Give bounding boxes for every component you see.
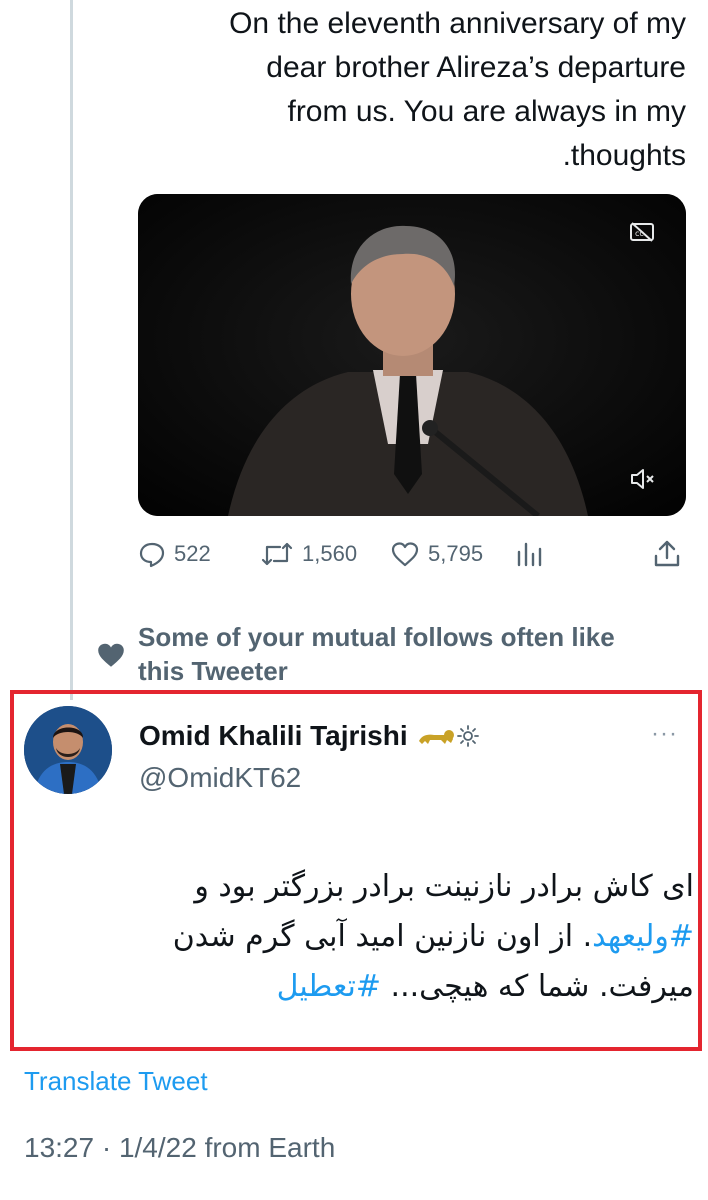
mute-icon[interactable] [630, 468, 656, 490]
tweet-text-line: #ولیعهد. از اون نازنین امید آبی گرم شدن [54, 912, 694, 962]
share-icon [654, 540, 680, 567]
heart-icon [98, 643, 124, 667]
retweet-icon [261, 542, 293, 566]
author-handle[interactable]: @OmidKT62 [139, 762, 301, 794]
analytics-icon [517, 542, 542, 567]
captions-off-icon[interactable]: cc [630, 222, 654, 242]
like-button[interactable]: 5,795 [390, 536, 483, 572]
tweet-text-line: On the eleventh anniversary of my [229, 7, 686, 40]
tweet-text-line: from us. You are always in my [287, 95, 686, 128]
share-button[interactable] [652, 536, 690, 572]
tweet-text-line: .thoughts [562, 139, 686, 172]
tweet-text-segment: میرفت. شما که هیچی... [381, 969, 694, 1004]
tweet-text-segment: . از اون نازنین امید آبی گرم شدن [172, 919, 593, 954]
sun-emoji-icon [456, 725, 479, 747]
author-display-name-row[interactable]: Omid Khalili Tajrishi [139, 720, 480, 752]
more-options-button[interactable]: ··· [651, 720, 678, 748]
retweet-count: 1,560 [302, 541, 358, 566]
tweet-text-line: dear brother Alireza’s departure [266, 51, 686, 84]
like-count: 5,795 [428, 541, 484, 566]
retweet-button[interactable]: 1,560 [260, 536, 357, 572]
translate-tweet-link[interactable]: Translate Tweet [24, 1066, 208, 1097]
avatar-image [24, 706, 112, 794]
reply-icon [139, 542, 165, 568]
tweet-text: On the eleventh anniversary of my dear b… [126, 2, 686, 178]
heart-outline-icon [391, 542, 419, 567]
author-display-name[interactable]: Omid Khalili Tajrishi [139, 720, 408, 752]
quoted-tweet-text: ای کاش برادر نازنینت برادر بزرگتر بود و … [54, 862, 694, 1012]
thread-connector-line [70, 0, 73, 700]
social-context-line: this Tweeter [138, 656, 288, 686]
reply-button[interactable]: 522 [138, 536, 211, 572]
tweet-text-line: ای کاش برادر نازنینت برادر بزرگتر بود و [194, 869, 694, 904]
lion-emoji-icon [418, 730, 454, 744]
analytics-button[interactable] [514, 536, 552, 572]
avatar[interactable] [24, 706, 112, 794]
video-frame-speaker [138, 194, 686, 516]
reply-count: 522 [174, 541, 211, 566]
hashtag-link[interactable]: #تعطیل [277, 969, 381, 1004]
tweet-timestamp[interactable]: 13:27 · 1/4/22 from Earth [24, 1132, 335, 1164]
video-player[interactable]: cc [138, 194, 686, 516]
social-context-line: Some of your mutual follows often like [138, 622, 615, 652]
tweet-text-line: میرفت. شما که هیچی... #تعطیل [54, 962, 694, 1012]
tweet-actions-bar: 522 1,560 5,795 [138, 536, 686, 572]
hashtag-link[interactable]: #ولیعهد [592, 919, 694, 954]
